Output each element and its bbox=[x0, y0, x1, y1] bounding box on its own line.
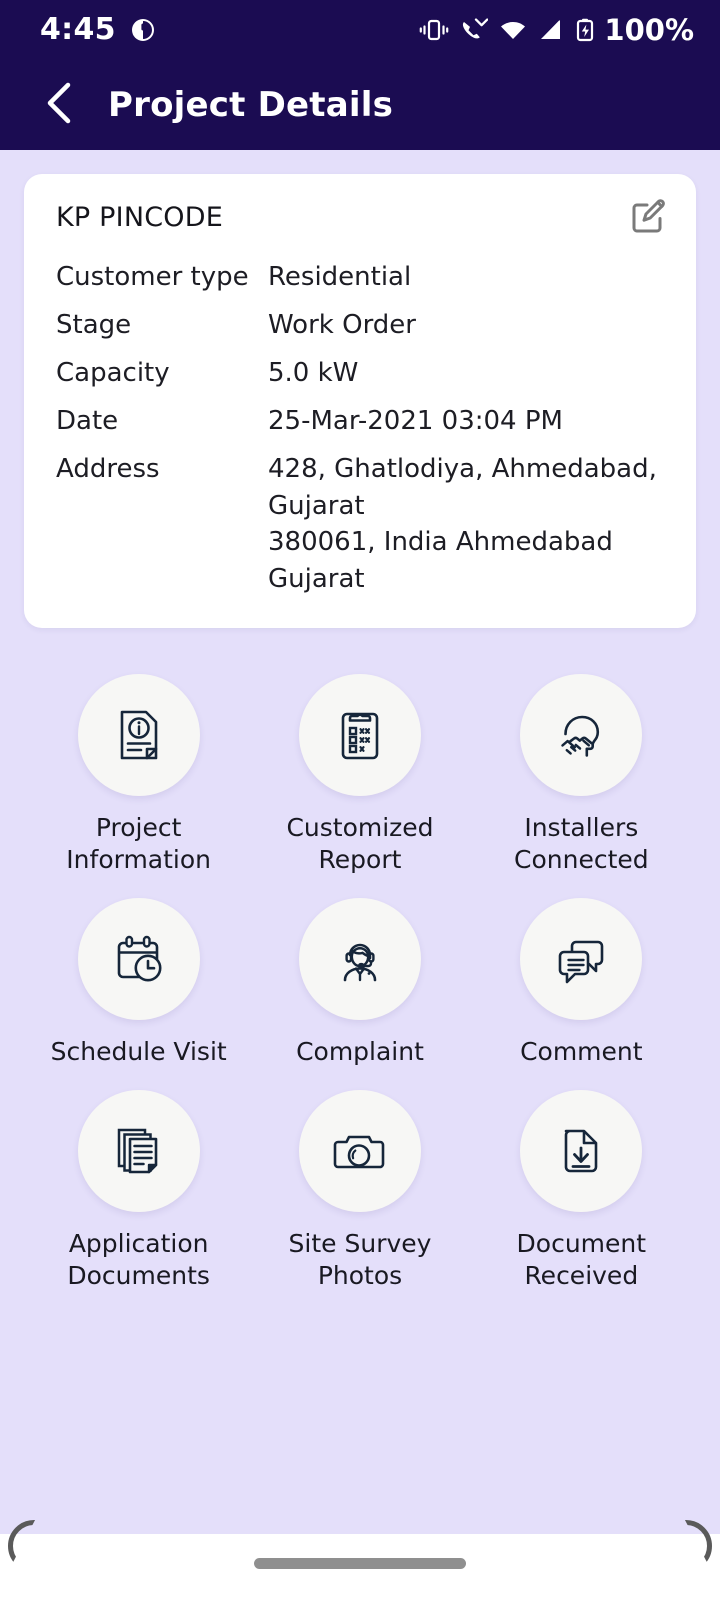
missed-call-icon bbox=[460, 17, 489, 43]
edit-pencil-square-icon bbox=[629, 197, 667, 239]
battery-charging-icon bbox=[575, 17, 595, 43]
field-value: 5.0 kW bbox=[268, 357, 359, 388]
field-value: 428, Ghatlodiya, Ahmedabad, Gujarat 3800… bbox=[268, 453, 657, 595]
tile-application-documents[interactable]: Application Documents bbox=[28, 1090, 249, 1292]
tile-label: Schedule Visit bbox=[50, 1037, 227, 1067]
chat-bubbles-icon bbox=[550, 928, 612, 990]
document-info-icon bbox=[108, 704, 170, 766]
field-label: Address bbox=[56, 453, 160, 484]
camera-icon bbox=[329, 1120, 391, 1182]
chevron-left-icon bbox=[42, 80, 78, 130]
field-value: Work Order bbox=[268, 309, 416, 340]
field-label: Capacity bbox=[56, 357, 170, 388]
tile-project-information[interactable]: Project Information bbox=[28, 674, 249, 876]
tile-label: Site Survey Photos bbox=[288, 1229, 432, 1291]
tile-icon-wrap bbox=[520, 1090, 643, 1213]
field-row: Address 428, Ghatlodiya, Ahmedabad, Guja… bbox=[56, 451, 666, 599]
field-label: Stage bbox=[56, 309, 132, 340]
tile-label: Project Information bbox=[66, 813, 212, 875]
tile-customized-report[interactable]: Customized Report bbox=[249, 674, 470, 876]
action-grid: Project Information Customized Report In… bbox=[0, 674, 720, 1292]
tile-icon-wrap bbox=[77, 898, 200, 1021]
status-bar: 4:45 100% bbox=[0, 0, 720, 60]
stacked-documents-icon bbox=[108, 1120, 170, 1182]
tile-complaint[interactable]: Complaint bbox=[249, 898, 470, 1068]
tile-installers-connected[interactable]: Installers Connected bbox=[471, 674, 692, 876]
field-value: Residential bbox=[268, 262, 412, 292]
tile-icon-wrap bbox=[520, 674, 643, 797]
tile-icon-wrap bbox=[77, 674, 200, 797]
field-label: Customer type bbox=[56, 262, 249, 292]
document-download-icon bbox=[550, 1120, 612, 1182]
tile-label: Comment bbox=[520, 1037, 643, 1067]
field-label: Date bbox=[56, 405, 119, 436]
calendar-clock-icon bbox=[108, 928, 170, 990]
project-info-card: KP PINCODE Customer type Residential Sta… bbox=[24, 174, 696, 629]
field-row: Stage Work Order bbox=[56, 307, 666, 344]
tile-site-survey-photos[interactable]: Site Survey Photos bbox=[249, 1090, 470, 1292]
gesture-nav-bar bbox=[0, 1520, 720, 1600]
tile-label: Installers Connected bbox=[514, 813, 649, 875]
tile-icon-wrap bbox=[77, 1090, 200, 1213]
page-title: Project Details bbox=[108, 85, 394, 125]
tile-icon-wrap bbox=[298, 1090, 421, 1213]
card-title: KP PINCODE bbox=[56, 202, 223, 233]
vibrate-icon bbox=[419, 17, 449, 43]
app-badge-icon bbox=[130, 17, 156, 43]
status-time: 4:45 bbox=[40, 12, 116, 47]
app-screen: 4:45 100% Project Details KP PINCODE Cus… bbox=[0, 0, 720, 1600]
clipboard-checklist-icon bbox=[329, 704, 391, 766]
field-row: Date 25-Mar-2021 03:04 PM bbox=[56, 403, 666, 440]
page-body: KP PINCODE Customer type Residential Sta… bbox=[0, 150, 720, 1600]
battery-percent-label: 100% bbox=[604, 12, 694, 47]
screen-corner-left bbox=[8, 1520, 36, 1572]
tile-label: Document Received bbox=[516, 1229, 647, 1291]
wifi-icon bbox=[499, 17, 527, 43]
tile-label: Customized Report bbox=[286, 813, 434, 875]
tile-comment[interactable]: Comment bbox=[471, 898, 692, 1068]
tile-schedule-visit[interactable]: Schedule Visit bbox=[28, 898, 249, 1068]
tile-label: Complaint bbox=[296, 1037, 424, 1067]
status-bar-right: 100% bbox=[419, 12, 694, 47]
tile-label: Application Documents bbox=[67, 1229, 210, 1291]
tile-icon-wrap bbox=[520, 898, 643, 1021]
field-row: Customer type Residential bbox=[56, 259, 666, 296]
back-button[interactable] bbox=[32, 77, 88, 133]
project-fields: Customer type Residential Stage Work Ord… bbox=[56, 259, 666, 598]
tile-icon-wrap bbox=[298, 898, 421, 1021]
handshake-head-icon bbox=[550, 704, 612, 766]
signal-icon bbox=[538, 17, 564, 43]
field-value: 25-Mar-2021 03:04 PM bbox=[268, 405, 563, 436]
support-agent-headset-icon bbox=[329, 928, 391, 990]
app-bar: Project Details bbox=[0, 60, 720, 150]
field-row: Capacity 5.0 kW bbox=[56, 355, 666, 392]
tile-document-received[interactable]: Document Received bbox=[471, 1090, 692, 1292]
tile-icon-wrap bbox=[298, 674, 421, 797]
edit-project-button[interactable] bbox=[626, 196, 670, 240]
screen-corner-right bbox=[684, 1520, 712, 1572]
status-bar-left: 4:45 bbox=[40, 15, 156, 45]
home-indicator[interactable] bbox=[254, 1558, 466, 1569]
